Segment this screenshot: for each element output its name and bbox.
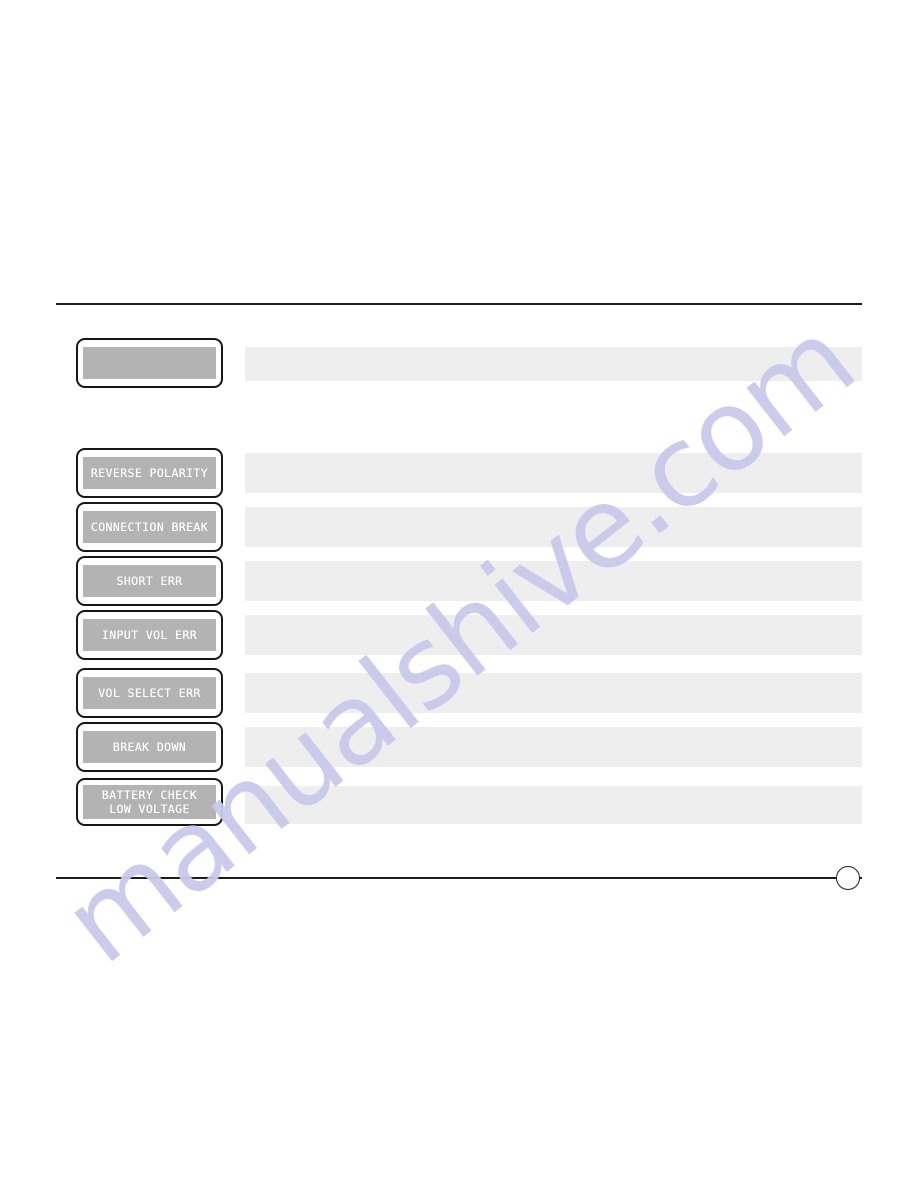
lcd-display-vol-select-err: VOL SELECT ERR: [76, 668, 223, 718]
page-number-marker: [836, 866, 860, 890]
lcd-display-battery-check: BATTERY CHECK LOW VOLTAGE: [76, 778, 223, 826]
lcd-screen: BREAK DOWN: [83, 731, 216, 763]
lcd-line: BREAK DOWN: [112, 740, 187, 754]
lcd-display-break-down: BREAK DOWN: [76, 722, 223, 772]
header-rule: [56, 303, 862, 305]
lcd-screen: CONNECTION BREAK: [83, 511, 216, 543]
row-description-bar: [245, 453, 862, 493]
lcd-screen: SHORT ERR: [83, 565, 216, 597]
lcd-screen: VOL SELECT ERR: [83, 677, 216, 709]
lcd-display-header: [76, 338, 223, 388]
row-description-bar: [245, 561, 862, 601]
lcd-display-short-err: SHORT ERR: [76, 556, 223, 606]
lcd-screen: REVERSE POLARITY: [83, 457, 216, 489]
manual-page: manualshive.com REVERSE POLARITY CONNECT…: [0, 0, 918, 1188]
lcd-line: SHORT ERR: [116, 574, 183, 588]
row-description-bar: [245, 673, 862, 713]
header-description-bar: [245, 347, 862, 381]
lcd-line: VOL SELECT ERR: [98, 686, 201, 700]
lcd-line: INPUT VOL ERR: [101, 628, 198, 642]
lcd-display-connection-break: CONNECTION BREAK: [76, 502, 223, 552]
lcd-line: LOW VOLTAGE: [109, 802, 190, 816]
lcd-screen: BATTERY CHECK LOW VOLTAGE: [83, 785, 216, 819]
lcd-display-input-vol-err: INPUT VOL ERR: [76, 610, 223, 660]
row-description-bar: [245, 786, 862, 824]
lcd-line: BATTERY CHECK: [101, 788, 198, 802]
lcd-screen: INPUT VOL ERR: [83, 619, 216, 651]
lcd-screen: [83, 347, 216, 379]
footer-rule: [56, 877, 862, 879]
row-description-bar: [245, 727, 862, 767]
lcd-display-reverse-polarity: REVERSE POLARITY: [76, 448, 223, 498]
row-description-bar: [245, 615, 862, 655]
lcd-line: CONNECTION BREAK: [90, 520, 209, 534]
row-description-bar: [245, 507, 862, 547]
lcd-line: REVERSE POLARITY: [90, 466, 209, 480]
